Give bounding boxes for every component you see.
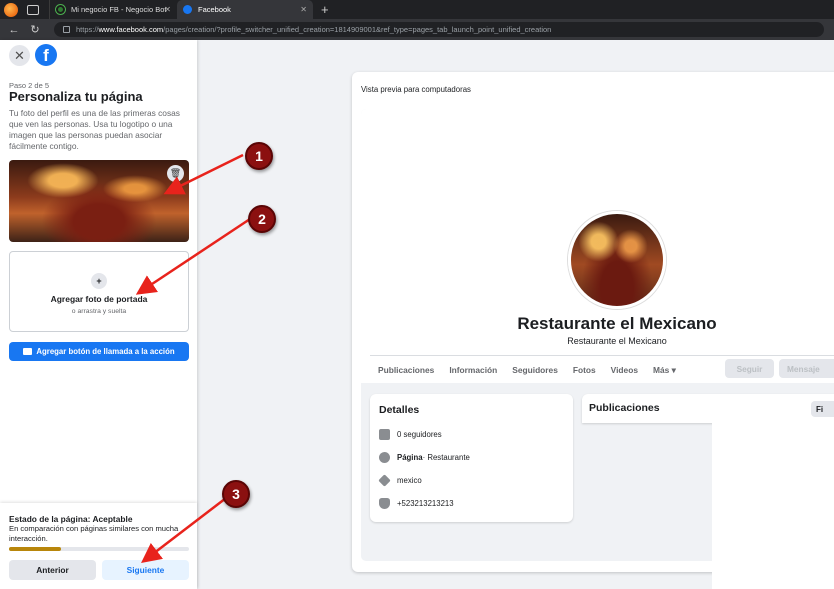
filter-button[interactable]: Fi xyxy=(811,401,834,417)
cover-photo-hint: o arrastra y suelta xyxy=(71,308,127,315)
info-icon xyxy=(379,452,390,463)
url-field[interactable]: https://www.facebook.com/pages/creation/… xyxy=(54,22,824,37)
page-type-label: Página xyxy=(397,453,423,462)
add-cover-photo-dropzone[interactable]: + Agregar foto de portada o arrastra y s… xyxy=(9,251,189,332)
message-label: Mensaje xyxy=(787,363,820,374)
page-name: Restaurante el Mexicano xyxy=(517,314,717,333)
followers-row: 0 seguidores xyxy=(379,429,442,440)
step-badge-1: 1 xyxy=(245,142,273,170)
panel-title: Personaliza tu página xyxy=(9,89,143,104)
browser-tab-bar: Mi negocio FB - Negocio Bot ✕ Facebook ✕… xyxy=(0,0,834,19)
delete-photo-button[interactable]: 🗑 xyxy=(167,165,184,182)
next-button[interactable]: Siguiente xyxy=(102,560,189,580)
posts-title: Publicaciones xyxy=(589,402,660,414)
url-scheme: https:// xyxy=(76,25,99,34)
browser-logo-icon[interactable] xyxy=(4,2,18,17)
phone-icon xyxy=(379,498,390,509)
step-badge-3: 3 xyxy=(222,480,250,508)
site-info-icon[interactable] xyxy=(63,26,70,33)
panel-footer: Estado de la página: Aceptable En compar… xyxy=(0,503,197,589)
step-badge-2: 2 xyxy=(248,205,276,233)
tab-informacion[interactable]: Información xyxy=(449,365,497,375)
overlay-block xyxy=(712,422,834,589)
details-title: Detalles xyxy=(379,404,420,416)
page-status-progress xyxy=(9,547,189,551)
page-type-row: Página · Restaurante xyxy=(379,452,470,463)
progress-fill xyxy=(9,547,62,551)
posts-card: Publicaciones Fi xyxy=(582,394,834,423)
page-status-description: En comparación con páginas similares con… xyxy=(9,524,179,543)
location-row: mexico xyxy=(378,474,422,487)
tab-facebook[interactable]: Facebook ✕ xyxy=(177,0,313,19)
page-avatar xyxy=(568,211,666,309)
preview-title: Vista previa para computadoras xyxy=(361,85,471,94)
location-icon xyxy=(378,474,391,487)
add-cta-button[interactable]: Agregar botón de llamada a la acción xyxy=(9,342,189,361)
followers-count: 0 seguidores xyxy=(397,430,442,439)
close-icon: ✕ xyxy=(14,47,25,63)
tab-mi-negocio[interactable]: Mi negocio FB - Negocio Bot ✕ xyxy=(49,0,177,19)
cta-label: Agregar botón de llamada a la acción xyxy=(36,347,175,356)
message-button[interactable]: Mensaje xyxy=(779,359,834,378)
page-header-preview: Restaurante el Mexicano Restaurante el M… xyxy=(361,109,834,383)
reload-icon[interactable]: ↻ xyxy=(28,23,42,36)
filter-label: Fi xyxy=(816,404,824,414)
tab-mas[interactable]: Más ▾ xyxy=(653,365,676,375)
new-tab-icon[interactable]: + xyxy=(321,2,329,17)
profile-photo-preview[interactable]: 🗑 xyxy=(9,160,189,242)
tab-title: Mi negocio FB - Negocio Bot xyxy=(71,5,167,14)
tab-title: Facebook xyxy=(198,5,231,14)
phone-text: +523213213213 xyxy=(397,499,454,508)
add-photo-icon: + xyxy=(91,273,107,289)
location-text: mexico xyxy=(397,476,422,485)
tab-seguidores[interactable]: Seguidores xyxy=(512,365,558,375)
page-category: Restaurante el Mexicano xyxy=(567,336,667,346)
followers-icon xyxy=(379,429,390,440)
tab-publicaciones[interactable]: Publicaciones xyxy=(378,365,434,375)
follow-label: Seguir xyxy=(736,363,763,374)
back-arrow-icon[interactable]: ← xyxy=(7,24,21,36)
close-button[interactable]: ✕ xyxy=(9,45,30,66)
page-creation-panel: ✕ f Paso 2 de 5 Personaliza tu página Tu… xyxy=(0,40,197,589)
close-tab-icon[interactable]: ✕ xyxy=(164,5,171,14)
panel-description: Tu foto del perfil es una de las primera… xyxy=(9,108,180,151)
url-path: /pages/creation/?profile_switcher_unifie… xyxy=(163,25,552,34)
page-tabs: Publicaciones Información Seguidores Fot… xyxy=(378,365,691,375)
cta-icon xyxy=(23,348,33,355)
phone-row: +523213213213 xyxy=(379,498,454,509)
details-card: Detalles 0 seguidores Página · Restauran… xyxy=(370,394,573,522)
follow-button[interactable]: Seguir xyxy=(725,359,774,378)
address-bar: ← ↻ https://www.facebook.com/pages/creat… xyxy=(0,19,834,40)
trash-icon: 🗑 xyxy=(169,168,182,178)
url-domain: www.facebook.com xyxy=(98,25,164,34)
close-tab-icon[interactable]: ✕ xyxy=(300,5,307,14)
previous-button[interactable]: Anterior xyxy=(9,560,96,580)
cover-photo-label: Agregar foto de portada xyxy=(50,294,148,304)
tab-videos[interactable]: Videos xyxy=(611,365,638,375)
bot-favicon-icon xyxy=(56,5,65,14)
tab-actions-icon[interactable] xyxy=(27,4,39,15)
page-status-title: Estado de la página: Aceptable xyxy=(9,514,133,524)
header-divider xyxy=(370,355,834,356)
facebook-logo-icon[interactable]: f xyxy=(35,44,57,66)
tab-fotos[interactable]: Fotos xyxy=(573,365,596,375)
facebook-favicon-icon xyxy=(183,5,192,14)
page-type-category: · Restaurante xyxy=(422,453,470,462)
